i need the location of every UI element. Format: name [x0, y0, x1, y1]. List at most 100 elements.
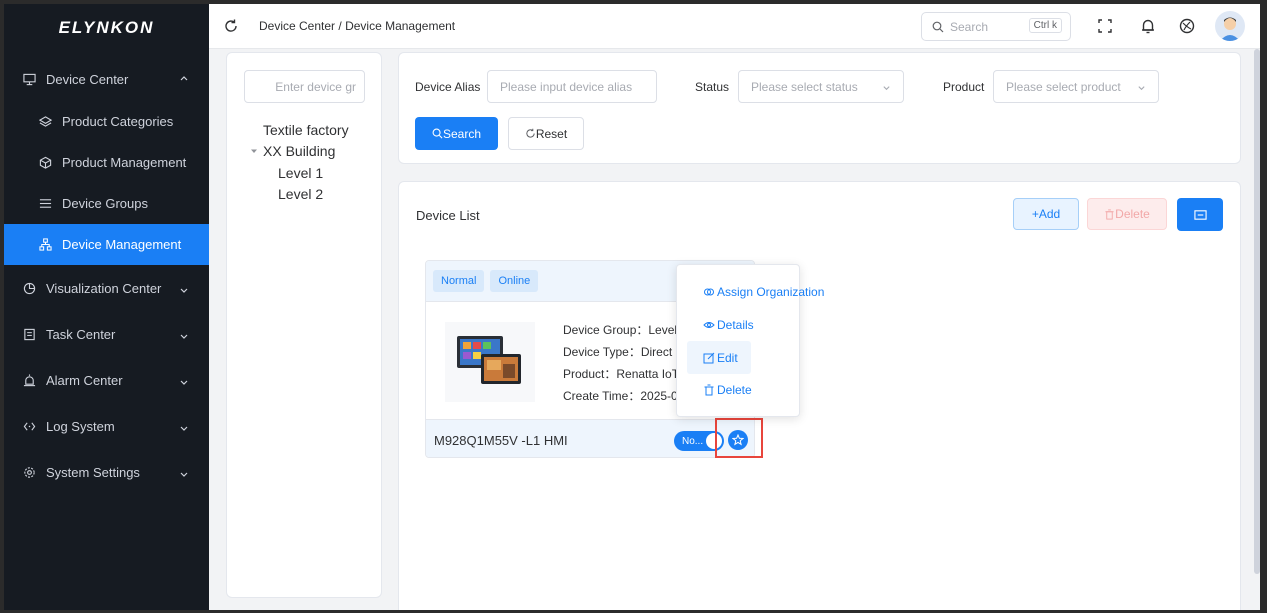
menu-item-assign-organization[interactable]: Assign Organization	[703, 285, 824, 299]
actions-dropdown-menu: Assign Organization Details Edit Delete	[676, 264, 824, 417]
reset-button[interactable]: Reset	[508, 117, 584, 150]
tree-node-textile-factory[interactable]: Textile factory	[263, 122, 349, 138]
sidebar-item-log-system[interactable]: Log System	[4, 403, 209, 449]
page-scrollbar[interactable]	[1254, 49, 1260, 574]
device-group-text: Device Group：Level	[563, 323, 678, 337]
sidebar-item-label: Visualization Center	[46, 280, 162, 296]
sidebar-item-device-groups[interactable]: Device Groups	[4, 183, 209, 224]
delete-button-label: Delete	[1115, 207, 1150, 221]
sidebar-item-device-center[interactable]: Device Center	[4, 57, 209, 101]
delete-button[interactable]: Delete	[1087, 198, 1167, 230]
status-select[interactable]: Please select status	[738, 70, 904, 103]
chart-pie-icon	[22, 281, 36, 295]
search-placeholder: Search	[950, 19, 989, 34]
search-button[interactable]: Search	[415, 117, 498, 150]
menu-item-label: Assign Organization	[717, 285, 825, 299]
link-icon	[704, 288, 714, 296]
chevron-down-icon	[179, 375, 189, 385]
device-alias-input[interactable]: Please input device alias	[487, 70, 657, 103]
breadcrumb-device-management: Device Management	[345, 19, 456, 33]
caret-down-icon[interactable]	[249, 146, 259, 156]
sidebar-item-product-categories[interactable]: Product Categories	[4, 101, 209, 142]
product-select[interactable]: Please select product	[993, 70, 1159, 103]
toggle-label: No...	[682, 435, 704, 447]
clipboard-icon	[22, 327, 36, 341]
search-shortcut: Ctrl k	[1028, 18, 1062, 33]
global-search-input[interactable]: Search Ctrl k	[921, 12, 1071, 41]
sidebar-item-task-center[interactable]: Task Center	[4, 311, 209, 357]
language-icon[interactable]	[1178, 17, 1196, 35]
breadcrumb-device-center[interactable]: Device Center	[259, 19, 335, 33]
chevron-down-icon	[1138, 86, 1145, 91]
device-type-text: Device Type：Direct I	[563, 345, 679, 359]
card-footer: M928Q1M55V -L1 HMI No...	[426, 419, 754, 457]
search-icon	[432, 128, 443, 139]
chevron-down-icon	[883, 86, 890, 91]
product-placeholder: Please select product	[1006, 79, 1121, 94]
menu-item-edit[interactable]: Edit	[703, 351, 738, 365]
chevron-down-icon	[179, 283, 189, 293]
menu-item-label: Edit	[717, 351, 738, 365]
chevron-up-icon	[179, 71, 189, 81]
sidebar-item-label: Task Center	[46, 326, 116, 342]
sidebar-item-label: Device Management	[62, 237, 182, 252]
sidebar-item-system-settings[interactable]: System Settings	[4, 449, 209, 495]
sidebar-item-label: Device Center	[46, 71, 129, 87]
chevron-down-icon	[179, 421, 189, 431]
status-label: Status	[695, 80, 730, 94]
menu-item-delete[interactable]: Delete	[703, 383, 752, 397]
sidebar-item-label: Product Management	[62, 155, 187, 170]
device-create-time-text: Create Time：2025-0	[563, 389, 678, 403]
search-icon	[932, 21, 944, 32]
filter-panel: Device Alias Please input device alias S…	[398, 52, 1241, 164]
breadcrumb-separator: /	[338, 19, 342, 33]
sidebar-item-product-management[interactable]: Product Management	[4, 142, 209, 183]
search-button-label: Search	[442, 126, 482, 141]
device-list-title: Device List	[416, 208, 480, 223]
group-search-input[interactable]: Enter device gr	[244, 70, 365, 103]
tree-node-level-1[interactable]: Level 1	[278, 165, 323, 181]
top-header: Device Center / Device Management Search…	[209, 4, 1260, 49]
device-name: M928Q1M55V -L1 HMI	[434, 433, 568, 448]
menu-item-details[interactable]: Details	[703, 318, 754, 332]
add-button[interactable]: +Add	[1013, 198, 1079, 230]
logo: ELYNKON	[58, 18, 155, 37]
fullscreen-icon[interactable]	[1096, 17, 1114, 35]
alias-label: Device Alias	[415, 80, 481, 94]
reset-button-label: Reset	[535, 126, 568, 141]
menu-item-label: Details	[717, 318, 754, 332]
bell-icon[interactable]	[1139, 17, 1157, 35]
device-image	[445, 322, 535, 402]
avatar[interactable]	[1215, 11, 1245, 41]
eye-icon	[703, 322, 715, 328]
sidebar-item-label: Product Categories	[62, 114, 174, 129]
sidebar-item-alarm-center[interactable]: Alarm Center	[4, 357, 209, 403]
refresh-icon[interactable]	[223, 18, 239, 34]
code-icon	[22, 419, 36, 433]
monitor-icon	[22, 72, 36, 86]
org-tree-icon	[38, 238, 52, 252]
alias-placeholder: Please input device alias	[500, 79, 633, 94]
online-badge: Online	[490, 270, 539, 292]
product-label: Product	[943, 80, 985, 94]
sidebar-item-device-management[interactable]: Device Management	[4, 224, 209, 265]
tree-node-level-2[interactable]: Level 2	[278, 186, 323, 202]
chevron-down-icon	[179, 467, 189, 477]
refresh-icon	[526, 128, 535, 138]
breadcrumb: Device Center / Device Management	[259, 19, 455, 33]
card-view-icon	[1193, 209, 1207, 220]
box-icon	[38, 156, 52, 170]
sidebar-item-label: Alarm Center	[46, 372, 123, 388]
sidebar-item-label: Log System	[46, 418, 115, 434]
edit-icon	[703, 352, 715, 364]
sidebar-item-label: Device Groups	[62, 196, 148, 211]
view-toggle-button[interactable]	[1177, 198, 1223, 231]
trash-icon	[704, 384, 714, 396]
status-badge: Normal	[433, 270, 485, 292]
tree-node-label: XX Building	[263, 143, 336, 159]
alarm-icon	[22, 373, 36, 387]
sidebar: ELYNKON Device Center Product Categories…	[4, 4, 209, 610]
sidebar-item-visualization-center[interactable]: Visualization Center	[4, 265, 209, 311]
tree-node-xx-building[interactable]: XX Building	[249, 143, 335, 159]
trash-icon	[1105, 208, 1114, 220]
